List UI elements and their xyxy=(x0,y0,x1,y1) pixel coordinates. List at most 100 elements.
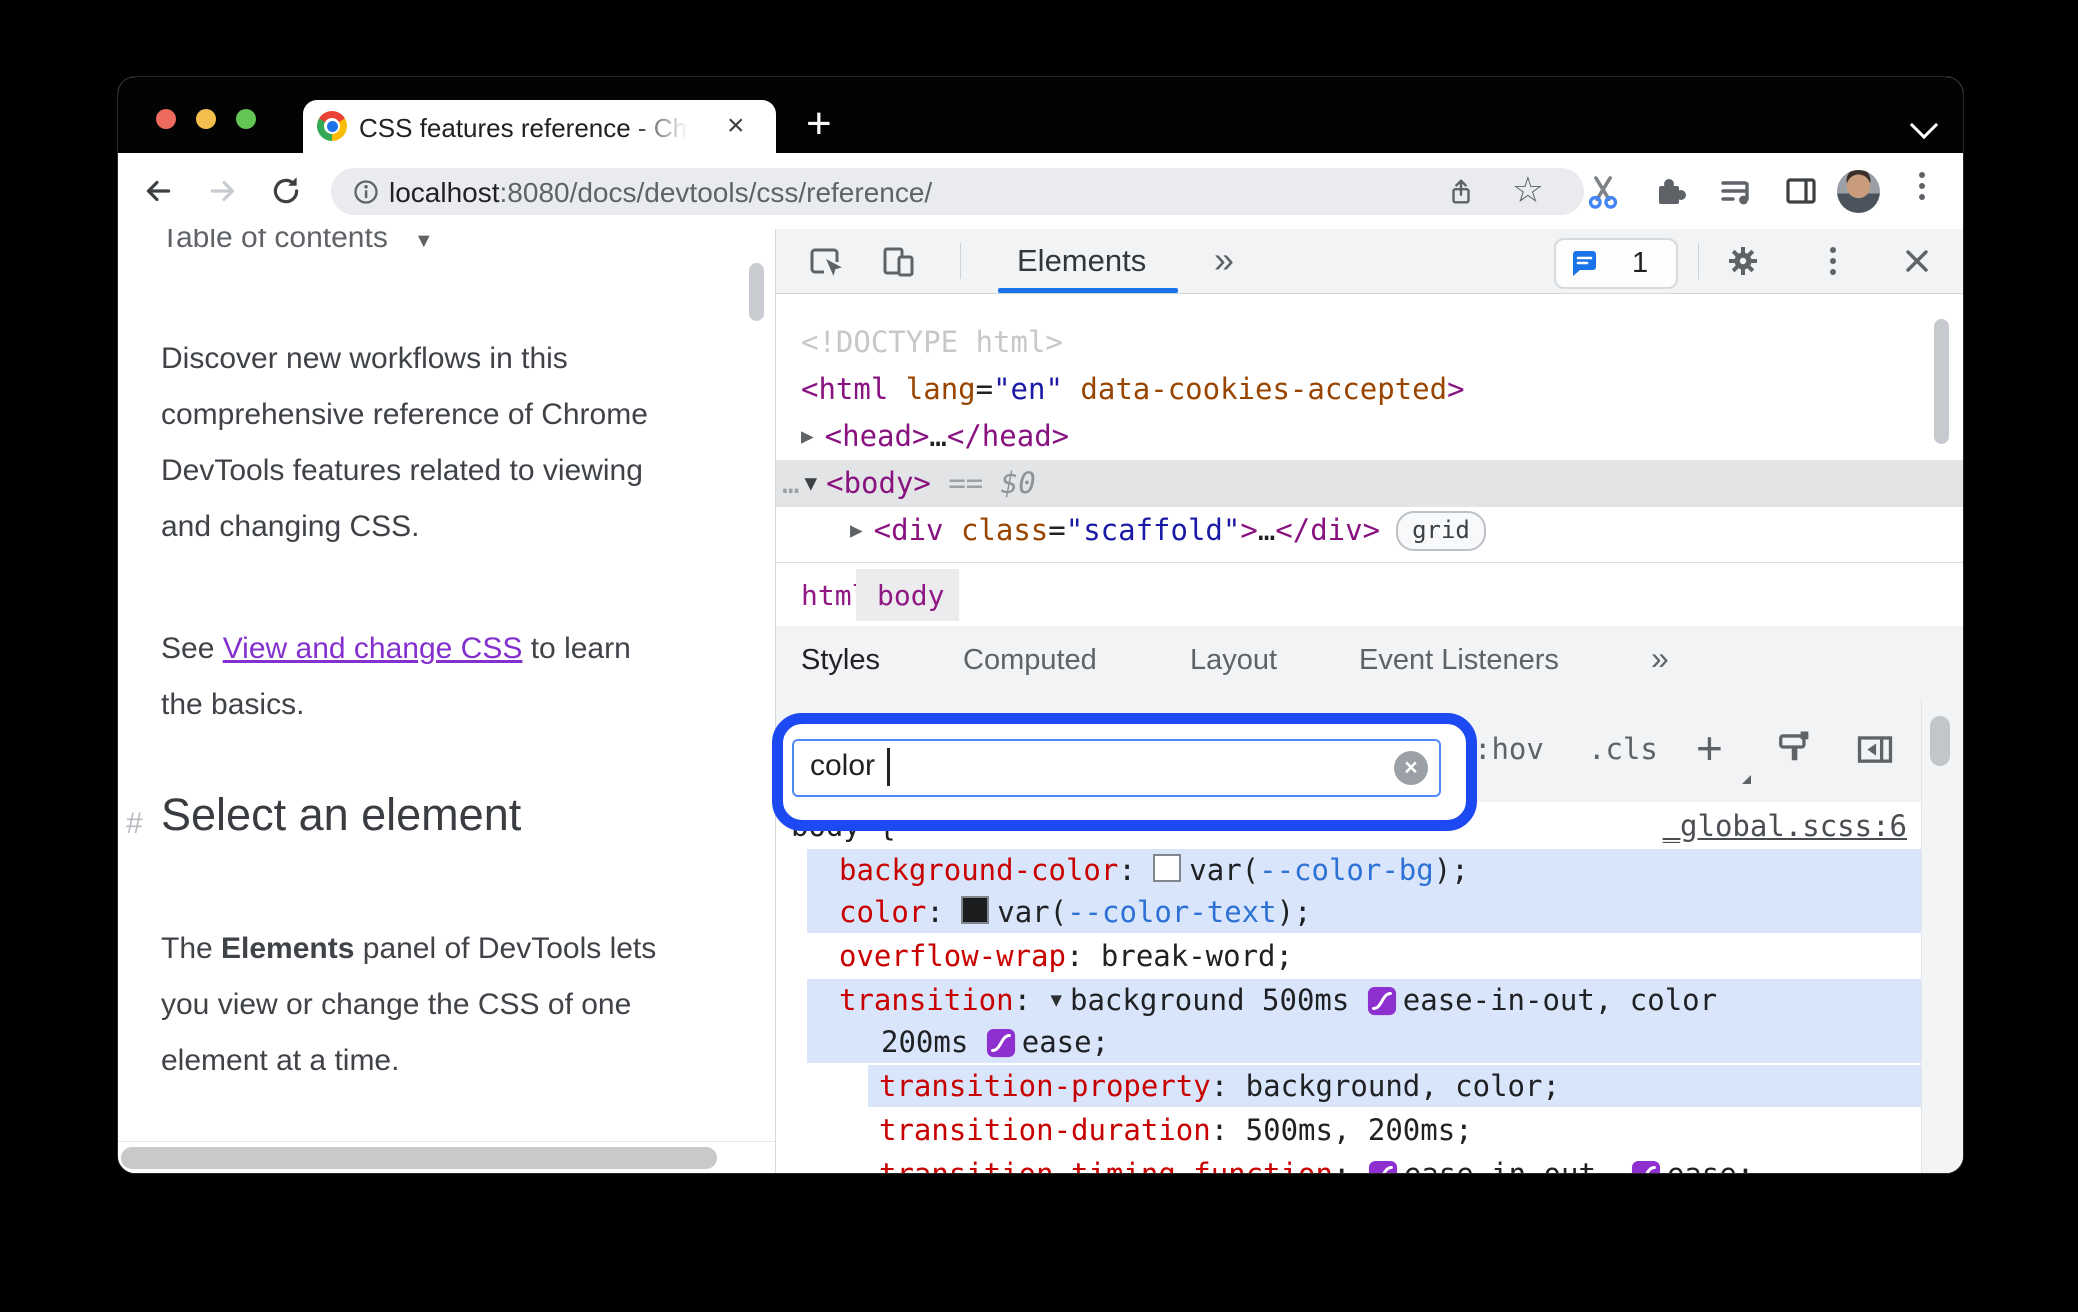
css-row-transition-timing-function[interactable]: transition-timing-function: ease-in-out,… xyxy=(776,1153,1921,1173)
show-sidebar-icon[interactable] xyxy=(1854,728,1896,770)
code-segment-meta: … xyxy=(1257,513,1276,547)
code-segment-plain: ease-in-out, xyxy=(1404,1157,1631,1173)
code-segment-swatch-light xyxy=(1153,854,1182,882)
see-also-paragraph: See View and change CSS to learn the bas… xyxy=(161,621,771,733)
code-segment-plain: : xyxy=(1013,983,1049,1017)
forward-icon[interactable] xyxy=(206,174,240,208)
dom-line-head[interactable]: ▶ <head>…</head> xyxy=(776,413,1963,460)
table-of-contents-toggle[interactable]: Table of contents ▼ xyxy=(161,229,434,255)
inspect-element-icon[interactable] xyxy=(806,242,844,280)
text-caret xyxy=(887,748,890,786)
code-segment-attr: class xyxy=(960,513,1049,547)
code-segment-plain: 500ms, 200ms; xyxy=(1245,1113,1473,1147)
code-segment-tag: > xyxy=(1447,372,1465,406)
side-panel-icon[interactable] xyxy=(1782,172,1820,210)
dom-line-div-scaffold[interactable]: ▶ <div class="scaffold">…</div> grid xyxy=(776,507,1963,554)
code-segment-plain: ease-in-out, color xyxy=(1402,983,1718,1017)
site-info-icon[interactable] xyxy=(352,178,380,206)
toc-label: Table of contents xyxy=(161,229,388,254)
back-icon[interactable] xyxy=(141,174,175,208)
issues-button[interactable]: 1 xyxy=(1554,238,1678,289)
code-segment-bez xyxy=(986,1028,1016,1058)
code-segment-plain: ease; xyxy=(1667,1157,1754,1173)
breadcrumb-body-bg[interactable]: body xyxy=(856,569,959,621)
toggle-hover-state-button[interactable]: :hov xyxy=(1474,732,1544,766)
devtools-close-icon[interactable] xyxy=(1898,242,1936,280)
css-row-background-color[interactable]: background-color: var(--color-bg); xyxy=(776,849,1921,891)
code-segment-plain: var( xyxy=(997,895,1068,929)
page-bottom-divider xyxy=(118,1141,775,1142)
dom-line-body-selected[interactable]: … ▼ <body> == $0 xyxy=(776,460,1963,507)
elements-pre: The xyxy=(161,932,222,965)
url-bar[interactable]: localhost:8080/docs/devtools/css/referen… xyxy=(331,168,1584,215)
page-horizontal-scrollbar[interactable] xyxy=(121,1147,717,1169)
code-segment-plain: ); xyxy=(1433,853,1469,887)
code-segment-plain: : xyxy=(926,895,962,929)
clear-filter-icon[interactable]: × xyxy=(1394,751,1428,785)
css-row-transition-property[interactable]: transition-property: background, color; xyxy=(776,1065,1921,1107)
more-sidebar-tabs-chevron[interactable]: » xyxy=(1651,640,1669,677)
tab-computed[interactable]: Computed xyxy=(963,644,1097,677)
new-tab-button[interactable]: + xyxy=(806,99,832,149)
zoom-window-button[interactable] xyxy=(236,109,256,129)
playlist-media-icon[interactable] xyxy=(1716,172,1754,210)
device-toolbar-icon[interactable] xyxy=(880,242,918,280)
heading-anchor-hash[interactable]: # xyxy=(126,807,143,841)
css-row-color[interactable]: color: var(--color-text); xyxy=(776,891,1921,933)
css-row-transition-line2[interactable]: 200ms ease; xyxy=(776,1021,1921,1063)
url-host: localhost xyxy=(389,177,500,208)
css-row-transition-duration[interactable]: transition-duration: 500ms, 200ms; xyxy=(776,1109,1921,1151)
view-and-change-css-link[interactable]: View and change CSS xyxy=(223,632,523,665)
tab-styles[interactable]: Styles xyxy=(801,644,880,677)
code-segment-prop: background-color xyxy=(839,853,1119,887)
browser-menu-icon[interactable] xyxy=(1915,167,1929,205)
rule-source-link[interactable]: _global.scss:6 xyxy=(1663,805,1907,847)
code-segment-bez xyxy=(1367,986,1397,1016)
tab-search-chevron-icon[interactable] xyxy=(1909,110,1939,140)
code-segment-dots: … xyxy=(782,466,800,500)
tab-layout[interactable]: Layout xyxy=(1190,644,1277,677)
dom-line-doctype[interactable]: <!DOCTYPE html> xyxy=(776,319,1963,366)
share-icon[interactable] xyxy=(1446,177,1476,207)
code-segment-plain: ease; xyxy=(1021,1025,1110,1059)
dom-scrollbar[interactable] xyxy=(1934,319,1949,444)
devtools-settings-gear-icon[interactable] xyxy=(1724,242,1762,280)
code-segment-val: "scaffold" xyxy=(1065,513,1241,547)
minimize-window-button[interactable] xyxy=(196,109,216,129)
dom-line-html[interactable]: <html lang="en" data-cookies-accepted> xyxy=(776,366,1963,413)
devtools-menu-icon[interactable] xyxy=(1826,242,1840,280)
tab-event-listeners[interactable]: Event Listeners xyxy=(1359,644,1559,677)
close-window-button[interactable] xyxy=(156,109,176,129)
code-segment-tri: ▼ xyxy=(1050,989,1062,1011)
toolbar-divider xyxy=(960,243,961,279)
page-vertical-scrollbar[interactable] xyxy=(749,263,764,321)
styles-scrollbar-thumb[interactable] xyxy=(1930,716,1950,766)
code-segment-meta: … xyxy=(929,419,947,453)
css-row-overflow-wrap[interactable]: overflow-wrap: break-word; xyxy=(776,935,1921,977)
rendering-paint-icon[interactable] xyxy=(1773,726,1815,768)
browser-window: CSS features reference - Chrom × + local… xyxy=(117,76,1964,1174)
tab-close-icon[interactable]: × xyxy=(727,109,745,143)
styles-filter-input[interactable]: color × xyxy=(792,739,1441,797)
grid-badge[interactable]: grid xyxy=(1396,511,1486,551)
scissors-extension-icon[interactable] xyxy=(1584,172,1622,210)
tab-elements[interactable]: Elements xyxy=(1017,243,1146,279)
bookmark-star-icon[interactable]: ☆ xyxy=(1512,169,1544,211)
code-segment-val: "en" xyxy=(993,372,1063,406)
more-panels-chevron[interactable]: » xyxy=(1214,239,1234,281)
browser-tab[interactable]: CSS features reference - Chrom × xyxy=(303,100,776,153)
issues-count: 1 xyxy=(1632,247,1649,279)
css-row-transition-line1[interactable]: transition: ▼ background 500ms ease-in-ou… xyxy=(776,979,1921,1021)
window-content: Table of contents ▼ Discover new workflow… xyxy=(118,229,1963,1173)
code-segment-doctype: <!DOCTYPE html> xyxy=(801,325,1063,359)
new-style-rule-button[interactable]: + xyxy=(1696,721,1723,775)
code-segment-plain: 200ms xyxy=(881,1025,986,1059)
url-text: localhost:8080/docs/devtools/css/referen… xyxy=(389,177,932,209)
code-segment-prop: transition-timing-function xyxy=(879,1157,1333,1173)
profile-avatar[interactable] xyxy=(1837,170,1880,213)
toggle-class-button[interactable]: .cls xyxy=(1588,732,1658,766)
code-segment-prop: overflow-wrap xyxy=(839,939,1066,973)
extensions-puzzle-icon[interactable] xyxy=(1650,172,1688,210)
breadcrumb-body: body xyxy=(877,579,945,612)
reload-icon[interactable] xyxy=(269,174,303,208)
